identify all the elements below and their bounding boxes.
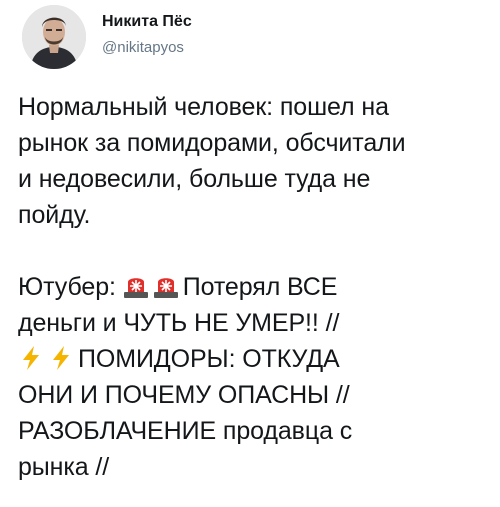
- text-line: рынка //: [18, 453, 110, 481]
- author-names: Никита Пёс @nikitapyos: [102, 12, 192, 58]
- text-line: Ютубер: Потерял ВСЕ: [18, 269, 494, 305]
- text-segment: Потерял ВСЕ: [182, 273, 338, 301]
- tweet-text: Нормальный человек: пошел на рынок за по…: [18, 89, 494, 485]
- text-line: рынок за помидорами, обсчитали: [18, 129, 406, 157]
- text-line: ПОМИДОРЫ: ОТКУДА: [18, 341, 494, 377]
- text-line: Нормальный человек: пошел на: [18, 93, 389, 121]
- tweet-card: Никита Пёс @nikitapyos Нормальный челове…: [0, 0, 500, 507]
- text-line: и недовесили, больше туда не: [18, 165, 371, 193]
- police-car-light-icon: [123, 273, 149, 299]
- paragraph-normal-person: Нормальный человек: пошел на рынок за по…: [18, 89, 494, 233]
- text-line: ОНИ И ПОЧЕМУ ОПАСНЫ //: [18, 381, 350, 409]
- text-line: деньги и ЧУТЬ НЕ УМЕР!! //: [18, 309, 340, 337]
- user-handle[interactable]: @nikitapyos: [102, 38, 192, 58]
- text-line: пойду.: [18, 201, 91, 229]
- avatar[interactable]: [22, 5, 86, 69]
- text-segment: ПОМИДОРЫ: ОТКУДА: [78, 345, 340, 373]
- police-car-light-icon: [153, 273, 179, 299]
- paragraph-youtuber: Ютубер: Потерял ВСЕ деньги и ЧУТЬ НЕ УМЕ…: [18, 269, 494, 485]
- high-voltage-icon: [48, 345, 74, 371]
- text-line: РАЗОБЛАЧЕНИЕ продавца с: [18, 417, 353, 445]
- high-voltage-icon: [18, 345, 44, 371]
- text-segment: Ютубер:: [18, 273, 116, 301]
- display-name[interactable]: Никита Пёс: [102, 12, 192, 32]
- tweet-header: Никита Пёс @nikitapyos: [22, 5, 192, 69]
